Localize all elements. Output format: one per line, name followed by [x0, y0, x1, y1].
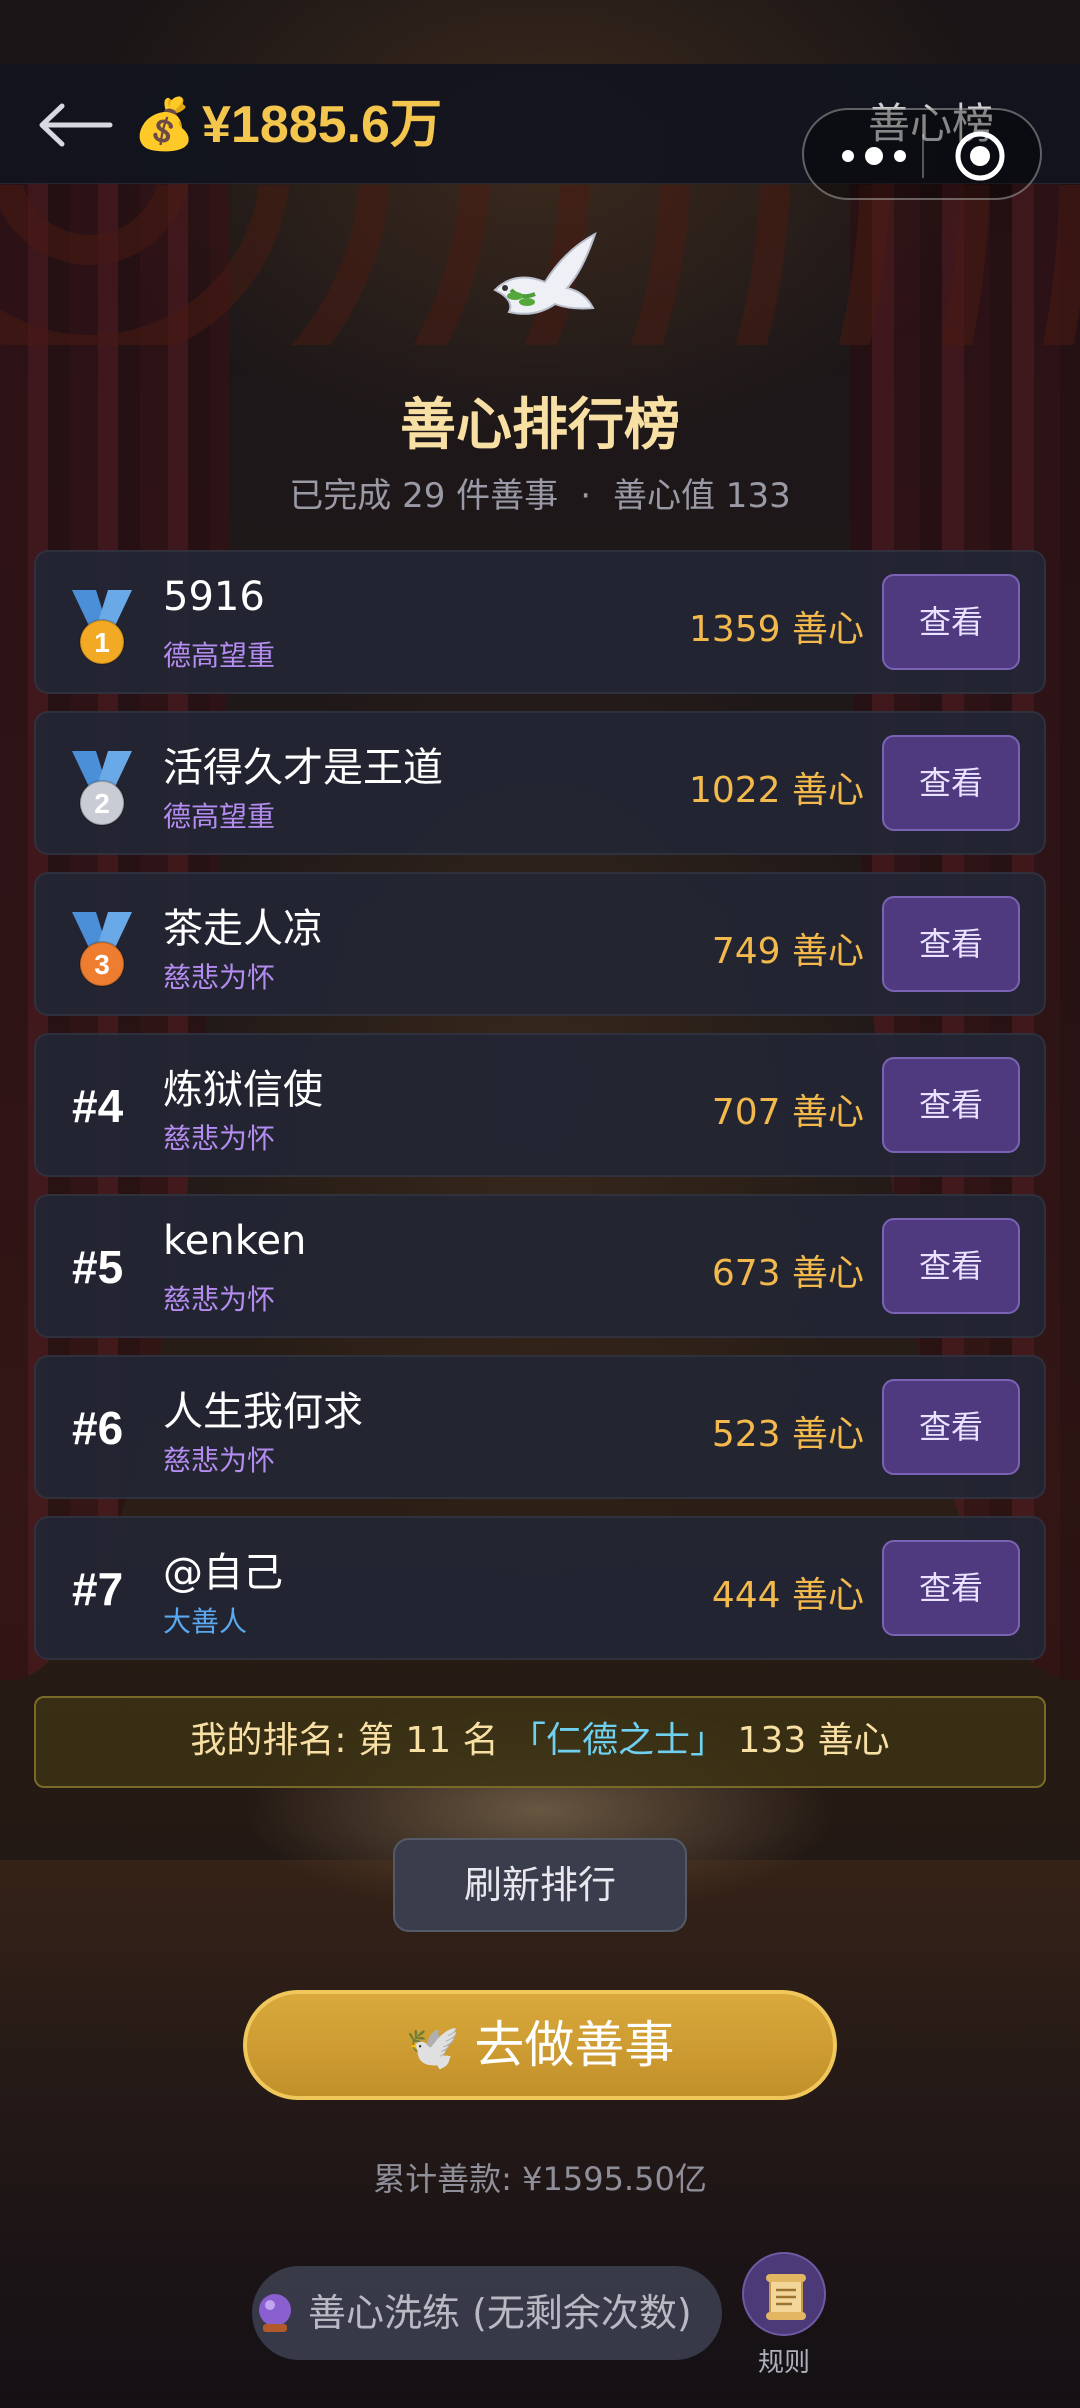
medal-number: 2	[94, 788, 110, 819]
view-button[interactable]: 查看	[882, 574, 1020, 670]
view-button[interactable]: 查看	[882, 735, 1020, 831]
separator: ·	[580, 476, 591, 516]
player-name: kenken	[163, 1218, 307, 1264]
medal-number: 1	[94, 627, 110, 658]
dove-icon	[493, 231, 597, 315]
player-name: 活得久才是王道	[163, 745, 443, 791]
progress-summary: 已完成 29 件善事 · 善心值 133	[0, 468, 1080, 517]
view-button[interactable]: 查看	[882, 1218, 1020, 1314]
player-name: 炼狱信使	[163, 1067, 323, 1113]
my-rank-honor: 「仁德之士」	[510, 1720, 727, 1761]
balance-amount: ¥1885.6万	[202, 96, 442, 154]
refresh-ranking-button[interactable]: 刷新排行	[393, 1838, 687, 1932]
medal-icon: 1	[72, 590, 132, 665]
my-rank-score: 133 善心	[737, 1720, 890, 1761]
player-title: 慈悲为怀	[163, 1283, 276, 1316]
kindness-value: 善心值 133	[613, 476, 791, 516]
view-button[interactable]: 查看	[882, 1379, 1020, 1475]
leaderboard-list: 1 5916 德高望重 1359 善心 查看 2 活得久才是王道 德高望重 1022 善心…	[34, 550, 1046, 1677]
rank-number: #5	[72, 1241, 124, 1293]
dove-icon: 🕊️	[405, 2022, 461, 2073]
view-button[interactable]: 查看	[882, 896, 1020, 992]
leaderboard-row: 1 5916 德高望重 1359 善心 查看	[34, 550, 1046, 694]
kindness-score: 523 善心	[711, 1414, 864, 1455]
total-donation: 累计善款: ¥1595.50亿	[373, 2160, 707, 2198]
kindness-refine-button[interactable]: 善心洗练 (无剩余次数)	[252, 2266, 722, 2360]
kindness-score: 1359 善心	[688, 609, 864, 650]
miniprogram-capsule[interactable]	[802, 108, 1042, 200]
rank-number: #6	[72, 1402, 124, 1454]
kindness-score: 1022 善心	[688, 770, 864, 811]
leaderboard-row: #5 kenken 慈悲为怀 673 善心 查看	[34, 1194, 1046, 1338]
kindness-score: 707 善心	[711, 1092, 864, 1133]
rules-icon-circle[interactable]	[742, 2252, 826, 2336]
kindness-score: 749 善心	[711, 931, 864, 972]
close-target-icon[interactable]	[954, 130, 1006, 182]
rules-button[interactable]: 规则	[742, 2252, 826, 2379]
view-button[interactable]: 查看	[882, 1057, 1020, 1153]
my-rank-banner: 我的排名: 第 11 名 「仁德之士」 133 善心	[34, 1696, 1046, 1788]
player-title: 德高望重	[163, 800, 276, 833]
top-bar: 💰 ¥1885.6万 善心榜	[0, 64, 1080, 200]
player-name: 茶走人凉	[163, 906, 323, 952]
player-title: 德高望重	[163, 639, 276, 672]
capsule-divider	[922, 134, 924, 178]
kindness-score: 673 善心	[711, 1253, 864, 1294]
player-title: 慈悲为怀	[163, 1122, 276, 1155]
player-title: 大善人	[163, 1605, 248, 1638]
do-good-label: 去做善事	[474, 2016, 675, 2074]
player-name: @自己	[163, 1550, 283, 1596]
rank-number: #7	[72, 1563, 124, 1615]
leaderboard-row: 3 茶走人凉慈悲为怀 749 善心 查看	[34, 872, 1046, 1016]
completed-count: 已完成 29 件善事	[289, 476, 559, 516]
do-good-deeds-button[interactable]: 🕊️ 去做善事	[243, 1990, 837, 2100]
back-arrow-icon[interactable]	[34, 100, 114, 150]
leaderboard-row: #4 炼狱信使慈悲为怀 707 善心 查看	[34, 1033, 1046, 1177]
leaderboard-row: #7 @自己大善人 444 善心 查看	[34, 1516, 1046, 1660]
scroll-icon	[766, 2274, 806, 2320]
leaderboard-row: #6 人生我何求慈悲为怀 523 善心 查看	[34, 1355, 1046, 1499]
medal-icon: 2	[72, 751, 132, 826]
player-name: 人生我何求	[163, 1389, 363, 1435]
money-bag-icon: 💰	[133, 95, 196, 153]
kindness-score: 444 善心	[711, 1575, 864, 1616]
medal-icon: 3	[72, 912, 132, 987]
page-title: 善心排行榜	[400, 393, 680, 458]
player-title: 慈悲为怀	[163, 1444, 276, 1477]
medal-number: 3	[94, 949, 110, 980]
crystal-ball-icon	[259, 2294, 291, 2332]
view-button[interactable]: 查看	[882, 1540, 1020, 1636]
refine-label: 善心洗练 (无剩余次数)	[308, 2291, 692, 2335]
my-rank-position: 我的排名: 第 11 名	[190, 1720, 499, 1761]
player-name: 5916	[163, 574, 265, 620]
player-title: 慈悲为怀	[163, 961, 276, 994]
rules-label: 规则	[757, 2348, 810, 2378]
leaderboard-row: 2 活得久才是王道德高望重 1022 善心 查看	[34, 711, 1046, 855]
rank-number: #4	[72, 1080, 124, 1132]
more-dots-icon[interactable]	[834, 136, 914, 176]
